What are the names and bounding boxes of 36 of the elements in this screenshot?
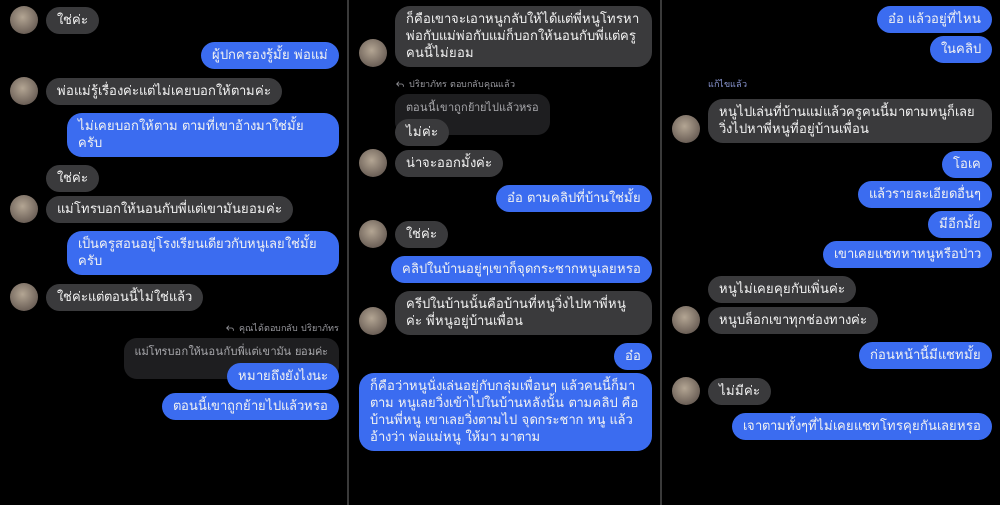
message-bubble: หมายถึงยังไงนะ [227, 363, 339, 390]
message-bubble: ก็คือว่าหนูนั่งเล่นอยู่กับกลุ่มเพื่อนๆ แล้วคนนี้ก็มาตาม หนูเลยวิ่งเข้าไปในบ้านหลังนั้น ตามคลิป คือบ้านพี่หนู เขาเลยวิ่งตามไป จุดกระชาก หนู แล้วอ้างว่า พ่อแม่หนู ให้มา มาตาม [359, 373, 652, 451]
message-bubble: คลิปในบ้านอยู่ๆเขาก็จุดกระชากหนูเลยหรอ [391, 256, 652, 283]
message-bubble: ใช่ค่ะ [46, 7, 99, 34]
message-bubble: แม่โทรบอกให้นอนกับพี่แต่เขามันยอมค่ะ [46, 196, 293, 223]
message-bubble: ในคลิป [930, 36, 992, 63]
message-bubble: ไม่ค่ะ [395, 119, 449, 146]
message-bubble: ผู้ปกครองรู้มั้ย พ่อแม่ [200, 42, 339, 69]
reply-note: ปริยาภัทร ตอบกลับคุณแล้ว [409, 78, 515, 91]
message-bubble: โอเค [942, 151, 992, 178]
message-bubble: อ๋อ [614, 343, 652, 370]
message-bubble: หนูไม่เคยคุยกับเพิ่นค่ะ [708, 276, 856, 303]
message-bubble: แล้วรายละเอียดอื่นๆ [858, 181, 992, 208]
message-bubble: ครีปในบ้านนั้นคือบ้านที่หนูวิ่งไปหาพี่หนูค่ะ พี่หนูอยู่บ้านเพื่อน [395, 291, 652, 335]
message-bubble: ก็คือเขาจะเอาหนูกลับให้ได้แต่พี่หนูโทรหาพ่อกับแม่พ่อกับแม่ก็บอกให้นอนกับพี่แต่ครูคนนี้ไม่ยอม [395, 6, 652, 67]
edited-label: แก้ไขแล้ว [708, 78, 747, 91]
message-bubble: เป็นครูสอนอยู่โรงเรียนเดียวกับหนูเลยใช่มั้ยครับ [67, 231, 339, 275]
message-bubble: เขาเคยแชทหาหนูหรือป่าว [823, 241, 992, 268]
message-bubble: อ๋อ แล้วอยู่ที่ไหน [876, 6, 992, 33]
message-bubble: มีอีกมั้ย [928, 211, 992, 238]
reply-icon [225, 323, 236, 333]
message-bubble: หนูบล็อกเขาทุกช่องทางค่ะ [708, 307, 878, 334]
message-bubble: ตอนนี้เขาถูกย้ายไปแล้วหรอ [162, 393, 339, 420]
message-bubble: น่าจะออกมั้งค่ะ [395, 150, 503, 177]
message-bubble: ก่อนหน้านี้มีแชทมั้ย [859, 342, 992, 369]
message-bubble: ใช่ค่ะ [46, 165, 99, 192]
message-bubble: เจาตามทั้งๆที่ไม่เคยแชทโทรคุยกันเลยหรอ [732, 413, 992, 440]
reply-icon [395, 79, 405, 89]
reply-note: คุณได้ตอบกลับ ปริยาภัทร [239, 322, 339, 335]
message-bubble: หนูไปเล่นที่บ้านแม่แล้วครูคนนี้มาตามหนูก็เลยวิ่งไปหาพี่หนูที่อยู่บ้านเพื่อน [708, 99, 992, 143]
message-bubble: ใช่ค่ะ [395, 221, 448, 248]
message-bubble: พ่อแม่รู้เรื่องค่ะแต่ไม่เคยบอกให้ตามค่ะ [46, 78, 282, 105]
message-bubble: ไม่เคยบอกให้ตาม ตามที่เขาอ้างมาใช่มั้ยครับ [67, 113, 339, 157]
message-bubble: อ๋อ ตามคลิปที่บ้านใช่มั้ย [496, 185, 652, 212]
message-bubble: ใช่ค่ะแต่ตอนนี้ไม่ใช่แล้ว [46, 284, 203, 311]
message-bubble: ไม่มีค่ะ [708, 378, 771, 405]
